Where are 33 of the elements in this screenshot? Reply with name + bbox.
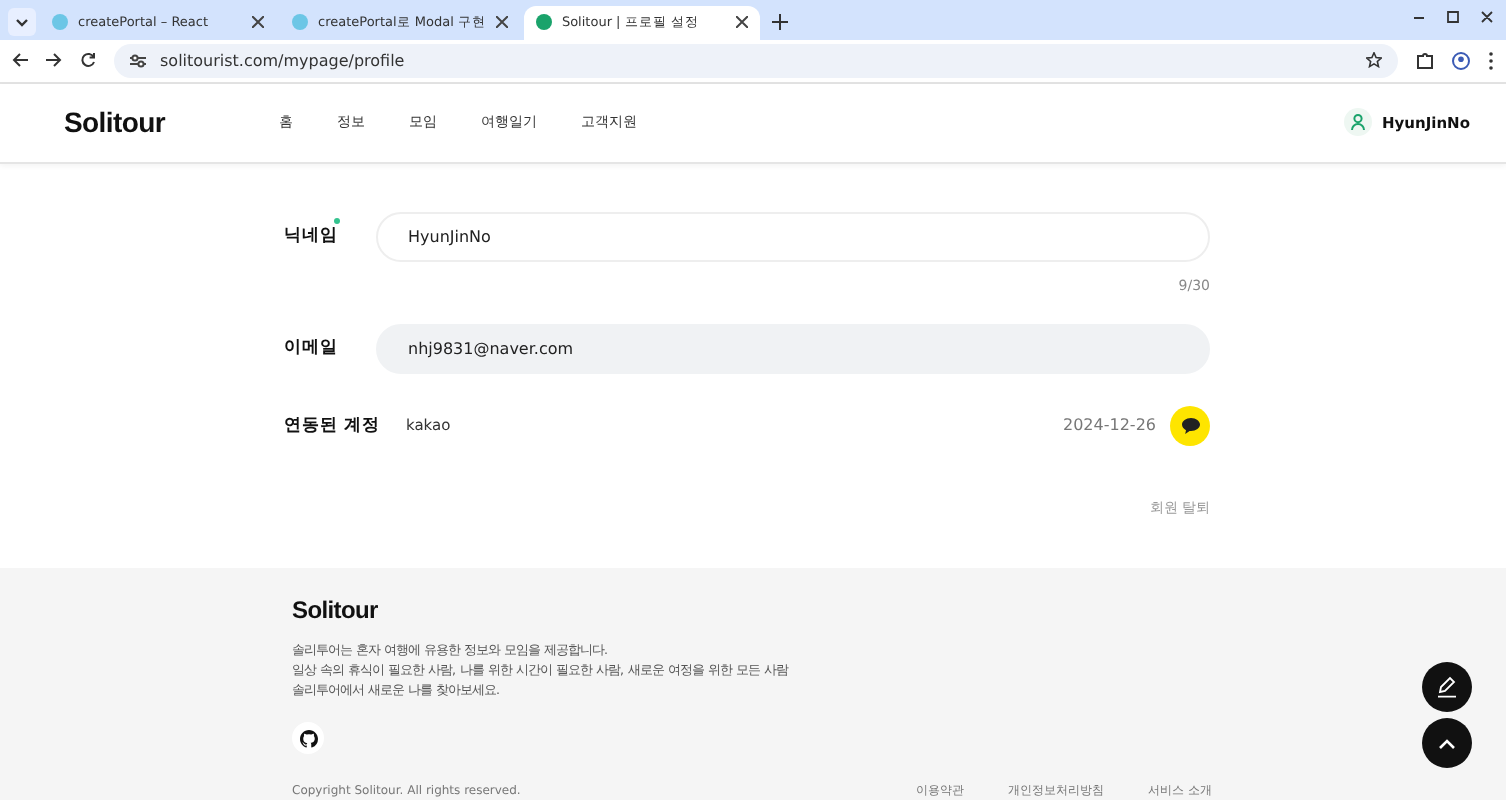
user-icon <box>1350 114 1367 131</box>
address-bar[interactable]: solitourist.com/mypage/profile <box>114 43 1398 78</box>
new-tab-icon[interactable] <box>771 13 788 30</box>
profile-icon[interactable] <box>1452 51 1470 70</box>
field-label: 이메일 <box>284 336 340 361</box>
site-logo[interactable]: Solitour <box>64 106 165 139</box>
pencil-icon <box>1436 676 1458 698</box>
github-link[interactable] <box>292 722 324 754</box>
field-label: 연동된 계정 <box>284 413 376 438</box>
scroll-top-button[interactable] <box>1422 718 1472 768</box>
chevron-up-icon <box>1438 737 1456 749</box>
site-settings-icon[interactable] <box>130 53 146 68</box>
footer-logo[interactable]: Solitour <box>292 596 1506 624</box>
window-controls-icon[interactable] <box>1414 9 1494 26</box>
back-icon[interactable] <box>12 52 28 69</box>
close-icon[interactable] <box>495 16 508 29</box>
star-icon[interactable] <box>1366 52 1382 69</box>
speech-bubble-icon <box>1181 417 1199 434</box>
site-icon <box>535 14 552 31</box>
reload-icon[interactable] <box>80 52 96 69</box>
github-icon <box>299 729 317 747</box>
write-button[interactable] <box>1422 662 1472 712</box>
url-text: solitourist.com/mypage/profile <box>160 51 407 70</box>
menu-icon[interactable] <box>1488 51 1494 70</box>
nickname-field[interactable]: HyunJinNo <box>376 211 1210 262</box>
forward-icon[interactable] <box>46 52 62 69</box>
site-icon <box>52 14 68 31</box>
site-icon <box>292 14 308 31</box>
close-icon[interactable] <box>252 16 264 29</box>
close-icon[interactable] <box>735 16 748 29</box>
tab-list-caret-icon[interactable] <box>8 7 36 36</box>
linked-date: 2024-12-26 <box>1063 416 1156 435</box>
field-label: 닉네임 <box>284 224 376 249</box>
